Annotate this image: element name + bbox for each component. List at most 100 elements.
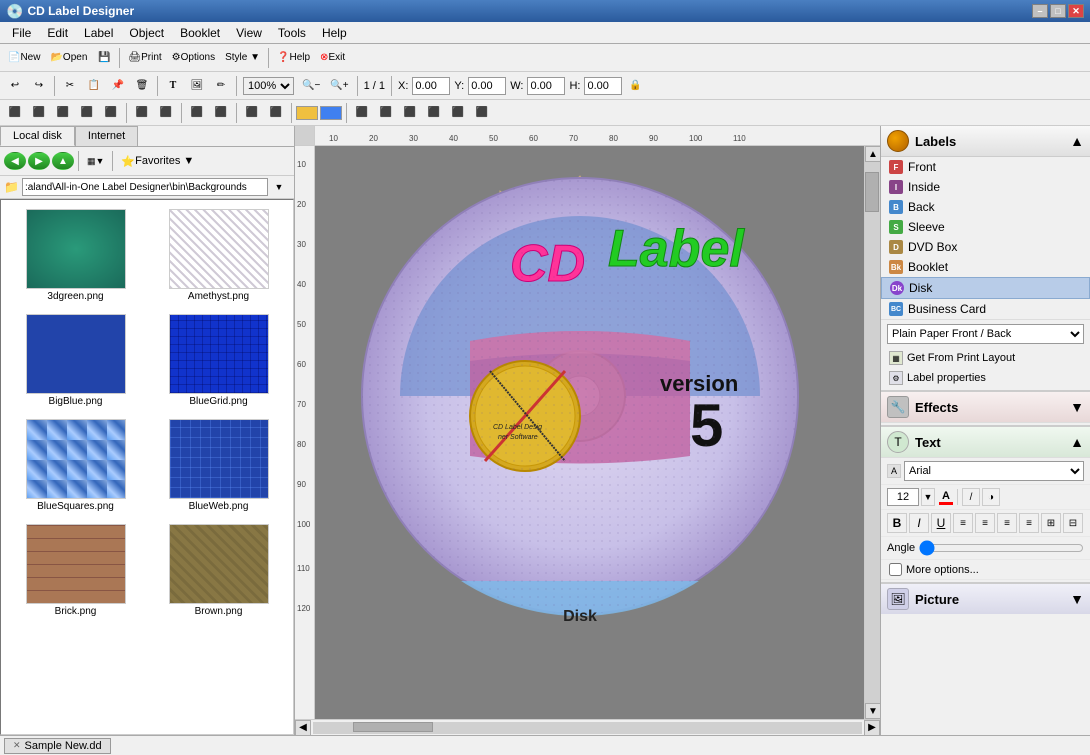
stroke-btn[interactable]: / — [962, 488, 980, 506]
font-select[interactable]: Arial Times New Roman Verdana Courier Ne… — [904, 461, 1084, 481]
paper-dropdown[interactable]: Plain Paper Front / Back Glossy Paper — [887, 324, 1084, 344]
align-right-text-button[interactable]: ≡ — [997, 513, 1017, 533]
menu-help[interactable]: Help — [314, 24, 355, 42]
underline-button[interactable]: U — [931, 513, 951, 533]
more-options-checkbox[interactable] — [889, 563, 902, 576]
effects-collapse-button[interactable]: ▼ — [1070, 399, 1084, 415]
list-item[interactable]: BlueGrid.png — [148, 309, 289, 412]
menu-view[interactable]: View — [228, 24, 270, 42]
bold-button[interactable]: B — [887, 513, 907, 533]
undo-button[interactable]: ↩ — [4, 75, 26, 97]
label-item-booklet[interactable]: Bk Booklet — [881, 257, 1090, 277]
text-format-btn2[interactable]: ⊟ — [1063, 513, 1083, 533]
horizontal-scrollbar[interactable]: ◀ ▶ — [295, 719, 880, 735]
zoom-in-button[interactable]: 🔍+ — [326, 75, 352, 97]
menu-label[interactable]: Label — [76, 24, 121, 42]
minimize-button[interactable]: – — [1032, 4, 1048, 18]
opacity-button[interactable]: ⬛ — [399, 102, 421, 124]
save-button[interactable]: 💾 — [93, 47, 115, 69]
fill-color-button[interactable] — [320, 106, 342, 120]
list-item[interactable]: Brown.png — [148, 519, 289, 622]
effects-button[interactable]: ⬛ — [351, 102, 373, 124]
more-options-link[interactable]: More options... — [906, 564, 979, 576]
bring-front-button[interactable]: ⬛ — [131, 102, 153, 124]
shadow-button[interactable]: ⬛ — [375, 102, 397, 124]
nav-forward-button[interactable]: ▶ — [28, 152, 50, 170]
paste-button[interactable]: 📌 — [107, 75, 129, 97]
picture-collapse-button[interactable]: ▼ — [1070, 591, 1084, 607]
list-item[interactable]: Brick.png — [5, 519, 146, 622]
scroll-up-button[interactable]: ▲ — [865, 146, 880, 162]
ungroup-button[interactable]: ⬛ — [210, 102, 232, 124]
scroll-right-button[interactable]: ▶ — [864, 720, 880, 736]
favorites-button[interactable]: ⭐ Favorites ▼ — [117, 150, 198, 172]
options-button[interactable]: ⚙ Options — [168, 47, 219, 69]
style-button[interactable]: Style ▼ — [221, 47, 264, 69]
close-button[interactable]: ✕ — [1068, 4, 1084, 18]
align-top-button[interactable]: ⬛ — [76, 102, 98, 124]
label-item-dvdbox[interactable]: D DVD Box — [881, 237, 1090, 257]
redo-button[interactable]: ↪ — [28, 75, 50, 97]
align-center-button[interactable]: ⬛ — [28, 102, 50, 124]
text-tool[interactable]: T — [162, 75, 184, 97]
label-item-sleeve[interactable]: S Sleeve — [881, 217, 1090, 237]
w-input[interactable] — [527, 77, 565, 95]
label-properties-link[interactable]: ⚙ Label properties — [881, 368, 1090, 388]
canvas-viewport[interactable]: version 5 CD Label Designer — [315, 146, 864, 719]
delete-button[interactable]: 🗑 — [131, 75, 153, 97]
label-item-back[interactable]: B Back — [881, 197, 1090, 217]
text-format-btn1[interactable]: ⊞ — [1041, 513, 1061, 533]
zoom-select[interactable]: 100% 50% 150% 200% — [243, 77, 294, 95]
extra-btn3[interactable]: ⬛ — [471, 102, 493, 124]
image-tool[interactable]: 🖼 — [186, 75, 208, 97]
menu-file[interactable]: File — [4, 24, 39, 42]
label-item-disk[interactable]: Dk Disk — [881, 277, 1090, 299]
path-dropdown-button[interactable]: ▼ — [268, 178, 290, 196]
menu-tools[interactable]: Tools — [270, 24, 314, 42]
extra-btn2[interactable]: ⬛ — [447, 102, 469, 124]
font-color-button[interactable]: A — [939, 490, 953, 505]
copy-button[interactable]: 📋 — [83, 75, 105, 97]
italic-button[interactable]: I — [909, 513, 929, 533]
scroll-left-button[interactable]: ◀ — [295, 720, 311, 736]
scroll-down-button[interactable]: ▼ — [865, 703, 880, 719]
extra-btn1[interactable]: ⬛ — [423, 102, 445, 124]
align-bottom-button[interactable]: ⬛ — [100, 102, 122, 124]
y-input[interactable] — [468, 77, 506, 95]
send-back-button[interactable]: ⬛ — [155, 102, 177, 124]
align-right-button[interactable]: ⬛ — [52, 102, 74, 124]
status-close-icon[interactable]: ✕ — [13, 740, 21, 751]
menu-object[interactable]: Object — [121, 24, 172, 42]
draw-tool[interactable]: ✏ — [210, 75, 232, 97]
h-scroll-thumb[interactable] — [353, 722, 433, 732]
nav-up-button[interactable]: ▲ — [52, 152, 74, 170]
list-item[interactable]: BlueWeb.png — [148, 414, 289, 517]
get-from-print-layout-link[interactable]: ▦ Get From Print Layout — [881, 348, 1090, 368]
path-input[interactable] — [22, 178, 268, 196]
maximize-button[interactable]: □ — [1050, 4, 1066, 18]
scroll-thumb[interactable] — [865, 172, 879, 212]
status-tab[interactable]: ✕ Sample New.dd — [4, 738, 111, 754]
opacity-btn[interactable]: ◑ — [982, 488, 1000, 506]
h-input[interactable] — [584, 77, 622, 95]
h-scroll-track[interactable] — [313, 722, 862, 734]
help-button[interactable]: ❓ Help — [273, 47, 314, 69]
flip-v-button[interactable]: ⬛ — [265, 102, 287, 124]
align-left-text-button[interactable]: ≡ — [953, 513, 973, 533]
titlebar-controls[interactable]: – □ ✕ — [1032, 4, 1084, 18]
label-item-business-card[interactable]: BC Business Card — [881, 299, 1090, 319]
print-button[interactable]: 🖨 Print — [124, 47, 165, 69]
group-button[interactable]: ⬛ — [186, 102, 208, 124]
text-collapse-button[interactable]: ▲ — [1070, 434, 1084, 450]
tab-local-disk[interactable]: Local disk — [0, 126, 75, 146]
tab-internet[interactable]: Internet — [75, 126, 138, 146]
stroke-color-button[interactable] — [296, 106, 318, 120]
menu-edit[interactable]: Edit — [39, 24, 76, 42]
list-item[interactable]: Amethyst.png — [148, 204, 289, 307]
vertical-scrollbar[interactable]: ▲ ▼ — [864, 146, 880, 719]
list-item[interactable]: BlueSquares.png — [5, 414, 146, 517]
justify-text-button[interactable]: ≡ — [1019, 513, 1039, 533]
align-left-button[interactable]: ⬛ — [4, 102, 26, 124]
list-item[interactable]: BigBlue.png — [5, 309, 146, 412]
angle-slider[interactable] — [919, 541, 1084, 555]
